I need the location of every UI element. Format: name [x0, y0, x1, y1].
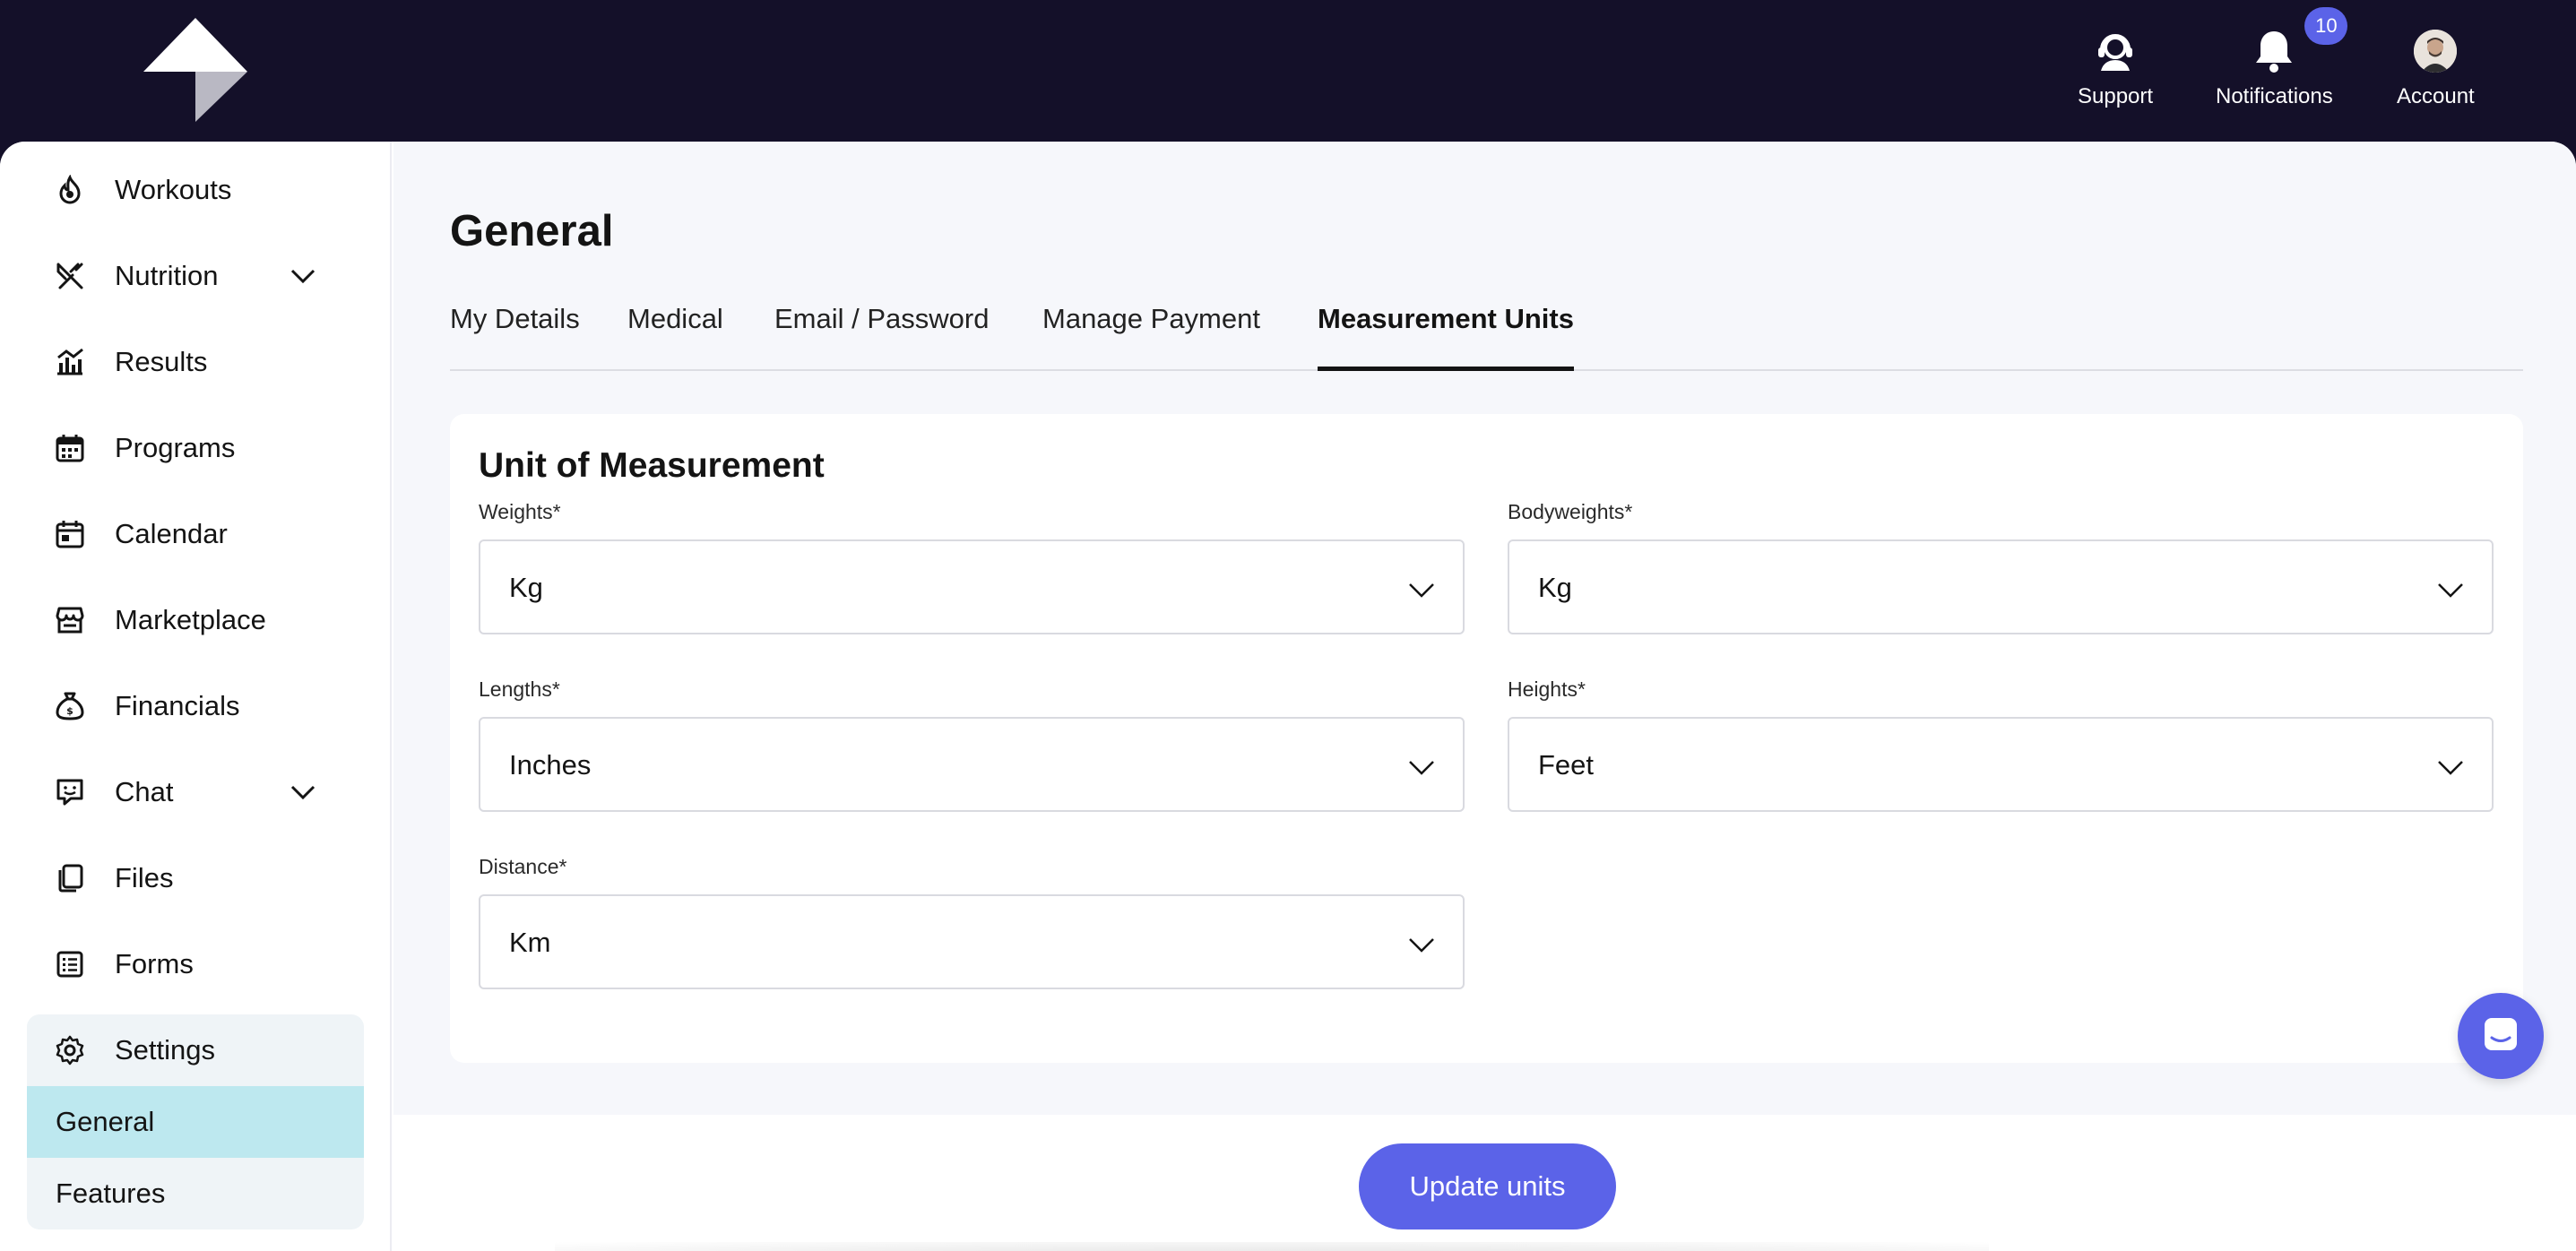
bodyweights-value: Kg: [1538, 572, 1572, 603]
support-button[interactable]: Support: [2078, 23, 2153, 109]
sidebar-item-label: Marketplace: [115, 604, 266, 635]
avatar: [2414, 30, 2458, 73]
units-card: Unit of Measurement Weights* Kg Bodyweig…: [450, 414, 2523, 1063]
chevron-down-icon: [1407, 575, 1436, 608]
bodyweights-label: Bodyweights*: [1508, 500, 1633, 523]
heights-label: Heights*: [1508, 677, 1586, 701]
bodyweights-select[interactable]: Kg: [1508, 539, 2494, 634]
weights-label: Weights*: [479, 500, 561, 523]
sidebar-item-settings[interactable]: Settings: [27, 1014, 364, 1086]
notifications-count-badge: 10: [2304, 7, 2348, 45]
notifications-label: Notifications: [2216, 84, 2333, 108]
support-label: Support: [2078, 84, 2154, 108]
chat-bubble-icon: [2481, 1014, 2520, 1058]
sidebar-item-files[interactable]: Files: [27, 842, 364, 914]
sidebar-item-label: Settings: [115, 1034, 216, 1066]
weights-select[interactable]: Kg: [479, 539, 1465, 634]
page-title: General: [450, 207, 614, 255]
update-units-button[interactable]: Update units: [1359, 1143, 1616, 1229]
sidebar-item-chat[interactable]: Chat: [27, 756, 364, 828]
tab-my-details[interactable]: My Details: [450, 303, 580, 369]
chart-icon: [52, 344, 88, 380]
account-label: Account: [2397, 84, 2475, 108]
support-chat-launcher[interactable]: [2458, 993, 2544, 1079]
lengths-value: Inches: [509, 749, 592, 781]
sidebar-item-programs[interactable]: Programs: [27, 412, 364, 484]
utensils-icon: [52, 258, 88, 294]
sidebar-subitem-label: Features: [56, 1178, 166, 1209]
app-logo[interactable]: [142, 16, 249, 124]
heights-value: Feet: [1538, 749, 1595, 781]
sidebar-item-label: Programs: [115, 432, 236, 463]
distance-value: Km: [509, 927, 551, 958]
bottom-shadow: [555, 1242, 1989, 1251]
sidebar-item-marketplace[interactable]: Marketplace: [27, 584, 364, 656]
bell-icon: 10: [2252, 7, 2348, 79]
weights-value: Kg: [509, 572, 543, 603]
account-button[interactable]: Account: [2397, 23, 2475, 109]
chevron-down-icon: [2436, 575, 2465, 608]
sidebar-item-label: Chat: [115, 776, 174, 807]
tab-bar: My Details Medical Email / Password Mana…: [450, 303, 2523, 371]
sidebar-item-forms[interactable]: Forms: [27, 928, 364, 1000]
sidebar-subitem-label: General: [56, 1106, 155, 1137]
sidebar-subitem-general[interactable]: General: [27, 1086, 364, 1158]
sidebar-item-label: Files: [115, 862, 174, 893]
heights-select[interactable]: Feet: [1508, 717, 2494, 812]
sidebar-item-label: Results: [115, 346, 208, 377]
distance-select[interactable]: Km: [479, 894, 1465, 989]
card-title: Unit of Measurement: [479, 446, 825, 485]
sidebar-item-label: Nutrition: [115, 260, 219, 291]
tab-measurement-units[interactable]: Measurement Units: [1318, 303, 1574, 371]
app-frame: Workouts Nutrition Results Programs Cale…: [0, 142, 2576, 1251]
sidebar-item-label: Financials: [115, 690, 240, 721]
forms-icon: [52, 946, 88, 982]
flame-icon: [52, 172, 88, 208]
settings-group: Settings General Features: [27, 1014, 364, 1229]
chevron-down-icon: [1407, 930, 1436, 963]
money-bag-icon: $: [52, 688, 88, 724]
calendar-icon: [52, 516, 88, 552]
tab-medical[interactable]: Medical: [627, 303, 723, 369]
calendar-grid-icon: [52, 430, 88, 466]
sidebar-item-results[interactable]: Results: [27, 326, 364, 398]
chat-icon: [52, 774, 88, 810]
sidebar-subitem-features[interactable]: Features: [27, 1158, 364, 1229]
sidebar-item-calendar[interactable]: Calendar: [27, 498, 364, 570]
sidebar-item-financials[interactable]: $ Financials: [27, 670, 364, 742]
sidebar-item-label: Forms: [115, 948, 194, 979]
sidebar-item-workouts[interactable]: Workouts: [27, 154, 364, 226]
svg-text:$: $: [66, 705, 73, 717]
files-icon: [52, 860, 88, 896]
gear-icon: [52, 1032, 88, 1068]
tab-email-password[interactable]: Email / Password: [774, 303, 989, 369]
sidebar-item-nutrition[interactable]: Nutrition: [27, 240, 364, 312]
distance-label: Distance*: [479, 855, 567, 878]
main-content: General My Details Medical Email / Passw…: [393, 142, 2576, 1115]
sidebar: Workouts Nutrition Results Programs Cale…: [0, 142, 392, 1251]
sidebar-item-label: Workouts: [115, 174, 232, 205]
notifications-button[interactable]: 10 Notifications: [2216, 7, 2348, 109]
lengths-select[interactable]: Inches: [479, 717, 1465, 812]
headset-icon: [2094, 23, 2137, 79]
chevron-down-icon: [2436, 753, 2465, 786]
chevron-down-icon: [1407, 753, 1436, 786]
lengths-label: Lengths*: [479, 677, 560, 701]
chevron-down-icon[interactable]: [289, 262, 317, 298]
chevron-down-icon[interactable]: [289, 778, 317, 814]
store-icon: [52, 602, 88, 638]
tab-manage-payment[interactable]: Manage Payment: [1042, 303, 1260, 369]
top-bar: Support 10 Notifications Account: [0, 0, 2576, 142]
sidebar-item-label: Calendar: [115, 518, 228, 549]
